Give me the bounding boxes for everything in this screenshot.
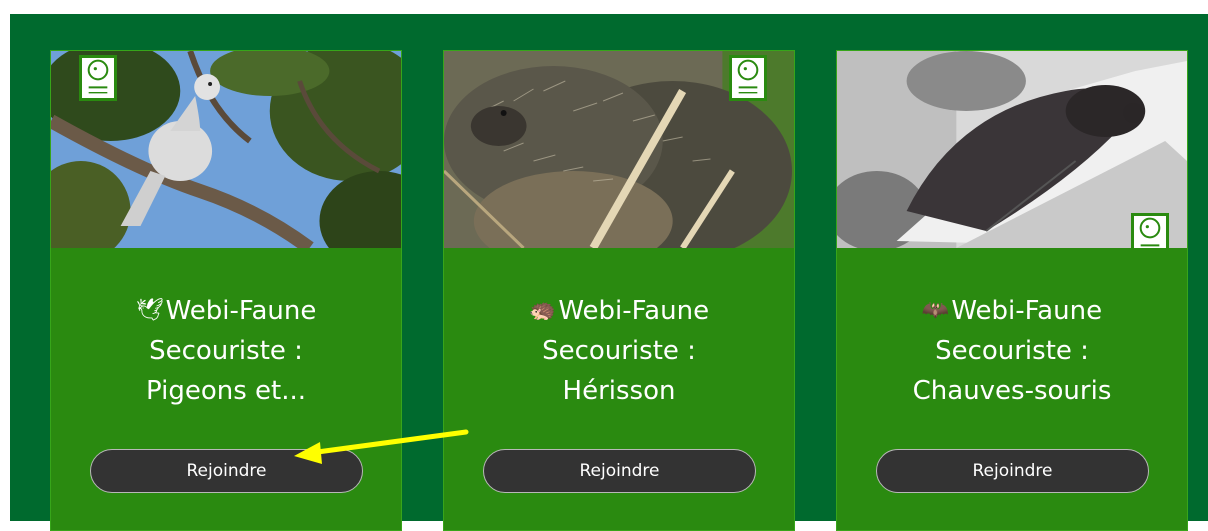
course-title: 🕊Webi-Faune Secouriste : Pigeons et... [51,291,401,411]
bat-photo [837,51,1187,248]
course-title-line-2: Secouriste : [542,336,696,366]
course-card-herisson: 🦔Webi-Faune Secouriste : Hérisson Rejoin… [443,50,795,531]
course-title: 🦔Webi-Faune Secouriste : Hérisson [444,291,794,411]
dove-icon: 🕊 [135,298,164,323]
logo-icon [1134,216,1166,248]
logo-badge [1131,213,1169,248]
logo-badge [79,55,117,101]
course-title-line-3: Hérisson [562,376,676,406]
course-title-line-2: Secouriste : [935,336,1089,366]
course-card-chauves-souris: 🦇Webi-Faune Secouriste : Chauves-souris … [836,50,1188,531]
course-title-line-3: Chauves-souris [912,376,1112,406]
logo-icon [732,58,764,98]
course-card-pigeons: 🕊Webi-Faune Secouriste : Pigeons et... R… [50,50,402,531]
course-title: 🦇Webi-Faune Secouriste : Chauves-souris [837,291,1187,411]
join-button-pigeons[interactable]: Rejoindre [90,449,363,493]
bat-icon: 🦇 [921,298,950,323]
course-title-line-3: Pigeons et... [145,376,306,406]
hedgehog-icon: 🦔 [528,298,557,323]
pigeon-photo [51,51,401,248]
hedgehog-photo [444,51,794,248]
join-button-herisson[interactable]: Rejoindre [483,449,756,493]
logo-icon [82,58,114,98]
course-title-line-2: Secouriste : [149,336,303,366]
course-panel: 🕊Webi-Faune Secouriste : Pigeons et... R… [10,14,1208,531]
course-title-line-1: 🦇Webi-Faune [837,291,1187,331]
course-title-line-1: 🦔Webi-Faune [444,291,794,331]
course-title-line-1: 🕊Webi-Faune [51,291,401,331]
logo-badge [729,55,767,101]
join-button-chauves-souris[interactable]: Rejoindre [876,449,1149,493]
